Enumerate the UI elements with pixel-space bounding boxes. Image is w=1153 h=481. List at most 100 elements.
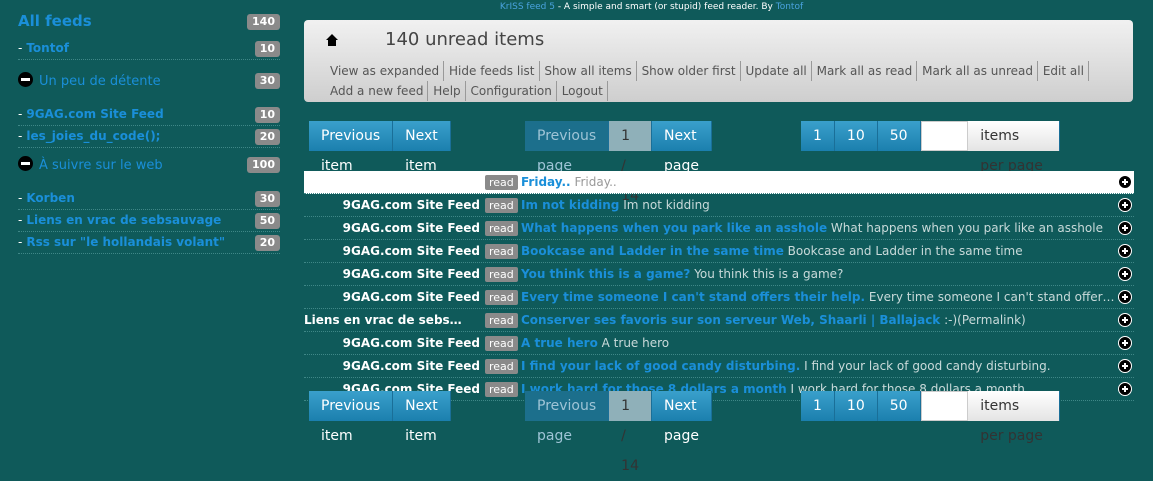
per-page-50-button[interactable]: 50 xyxy=(877,121,921,151)
mark-all-unread-link[interactable]: Mark all as unread xyxy=(921,61,1039,81)
list-item[interactable]: 9GAG.com Site Feed read Bookcase and Lad… xyxy=(304,240,1134,263)
next-page-button[interactable]: Next page xyxy=(651,391,712,444)
item-title-line[interactable]: Im not kidding Im not kidding xyxy=(521,194,1117,216)
expand-icon[interactable] xyxy=(1118,359,1132,373)
feed-item-9gag[interactable]: -9GAG.com Site Feed 10 xyxy=(18,104,280,126)
items-per-page-button[interactable]: items per page xyxy=(968,121,1060,174)
expand-icon[interactable] xyxy=(1118,313,1132,327)
add-feed-link[interactable]: Add a new feed xyxy=(329,81,429,101)
folder-un-peu-de-detente[interactable]: Un peu de détente 30 xyxy=(18,70,280,98)
per-page-1-button[interactable]: 1 xyxy=(801,391,835,421)
show-older-first-link[interactable]: Show older first xyxy=(641,61,741,81)
update-all-link[interactable]: Update all xyxy=(744,61,812,81)
mark-read-button[interactable]: read xyxy=(485,313,518,328)
item-feed[interactable]: 9GAG.com Site Feed xyxy=(304,240,480,262)
edit-all-link[interactable]: Edit all xyxy=(1042,61,1089,81)
author-link[interactable]: Tontof xyxy=(776,2,803,12)
items-per-page-input[interactable] xyxy=(920,121,969,151)
item-title[interactable]: I find your lack of good candy disturbin… xyxy=(521,359,800,373)
previous-item-button[interactable]: Previous item xyxy=(309,391,394,444)
item-feed[interactable]: 9GAG.com Site Feed xyxy=(304,194,480,216)
expand-icon[interactable] xyxy=(1118,175,1132,189)
expand-icon[interactable] xyxy=(1118,267,1132,281)
mark-read-button[interactable]: read xyxy=(485,382,518,397)
mark-read-button[interactable]: read xyxy=(485,290,518,305)
feed-item-tontof[interactable]: - Tontof 10 xyxy=(18,38,280,60)
logout-link[interactable]: Logout xyxy=(561,81,608,101)
list-item[interactable]: Liens en vrac de sebsauvage read Conserv… xyxy=(304,309,1134,332)
item-feed[interactable]: 9GAG.com Site Feed xyxy=(304,263,480,285)
mark-read-button[interactable]: read xyxy=(485,359,518,374)
per-page-10-button[interactable]: 10 xyxy=(834,121,878,151)
item-feed[interactable]: Liens en vrac de sebsauvage xyxy=(304,309,464,331)
list-item[interactable]: 9GAG.com Site Feed read You think this i… xyxy=(304,263,1134,286)
collapse-icon[interactable] xyxy=(18,72,33,87)
item-feed[interactable]: 9GAG.com Site Feed xyxy=(304,217,480,239)
item-title[interactable]: Every time someone I can't stand offers … xyxy=(521,290,865,304)
help-link[interactable]: Help xyxy=(432,81,466,101)
item-title[interactable]: What happens when you park like an assho… xyxy=(521,221,827,235)
previous-item-button[interactable]: Previous item xyxy=(309,121,394,174)
feed-item-les-joies-du-code[interactable]: - les_joies_du_code(); 20 xyxy=(18,126,280,148)
list-item[interactable]: 9GAG.com Site Feed read I find your lack… xyxy=(304,355,1134,378)
next-item-button[interactable]: Next item xyxy=(393,391,451,444)
item-title[interactable]: Im not kidding xyxy=(521,198,619,212)
list-item[interactable]: 9GAG.com Site Feed read Im not kidding I… xyxy=(304,194,1134,217)
next-item-button[interactable]: Next item xyxy=(393,121,451,174)
mark-all-read-link[interactable]: Mark all as read xyxy=(816,61,918,81)
item-feed[interactable]: 9GAG.com Site Feed xyxy=(304,355,480,377)
per-page-10-button[interactable]: 10 xyxy=(834,391,878,421)
per-page-1-button[interactable]: 1 xyxy=(801,121,835,151)
all-feeds-link[interactable]: All feeds 140 xyxy=(18,8,280,38)
item-title-line[interactable]: What happens when you park like an assho… xyxy=(521,217,1117,239)
mark-read-button[interactable]: read xyxy=(485,244,518,259)
next-page-button[interactable]: Next page xyxy=(651,121,712,174)
home-icon[interactable] xyxy=(325,33,339,47)
expand-icon[interactable] xyxy=(1118,290,1132,304)
mark-read-button[interactable]: read xyxy=(485,198,518,213)
item-title-line[interactable]: You think this is a game? You think this… xyxy=(521,263,1117,285)
item-title[interactable]: A true hero xyxy=(521,336,598,350)
list-item[interactable]: 9GAG.com Site Feed read Every time someo… xyxy=(304,286,1134,309)
item-title-line[interactable]: I find your lack of good candy disturbin… xyxy=(521,355,1117,377)
mark-read-button[interactable]: read xyxy=(485,336,518,351)
item-title-line[interactable]: Friday.. Friday.. xyxy=(521,171,1117,193)
collapse-icon[interactable] xyxy=(18,156,33,171)
item-title-line[interactable]: A true hero A true hero xyxy=(521,332,1117,354)
view-expanded-link[interactable]: View as expanded xyxy=(329,61,445,81)
item-feed[interactable]: 9GAG.com Site Feed xyxy=(304,171,480,193)
items-per-page-button[interactable]: items per page xyxy=(968,391,1060,444)
expand-icon[interactable] xyxy=(1118,336,1132,350)
folder-a-suivre-sur-le-web[interactable]: À suivre sur le web 100 xyxy=(18,154,280,182)
item-feed[interactable]: 9GAG.com Site Feed xyxy=(304,286,480,308)
mark-read-button[interactable]: read xyxy=(485,221,518,236)
item-title-line[interactable]: Conserver ses favoris sur son serveur We… xyxy=(521,309,1117,331)
expand-icon[interactable] xyxy=(1118,382,1132,396)
previous-page-button[interactable]: Previous page xyxy=(525,121,610,174)
expand-icon[interactable] xyxy=(1118,198,1132,212)
item-title[interactable]: Bookcase and Ladder in the same time xyxy=(521,244,784,258)
item-title-line[interactable]: Bookcase and Ladder in the same time Boo… xyxy=(521,240,1117,262)
hide-feeds-link[interactable]: Hide feeds list xyxy=(448,61,540,81)
item-title-line[interactable]: Every time someone I can't stand offers … xyxy=(521,286,1117,308)
expand-icon[interactable] xyxy=(1118,244,1132,258)
list-item[interactable]: 9GAG.com Site Feed read A true hero A tr… xyxy=(304,332,1134,355)
feed-item-hollandais-volant[interactable]: - Rss sur "le hollandais volant" 20 xyxy=(18,232,280,254)
items-per-page-input[interactable] xyxy=(920,391,969,421)
feed-item-sebsauvage[interactable]: - Liens en vrac de sebsauvage 50 xyxy=(18,210,280,232)
show-all-items-link[interactable]: Show all items xyxy=(543,61,637,81)
item-title[interactable]: Conserver ses favoris sur son serveur We… xyxy=(521,313,940,327)
feed-item-korben[interactable]: - Korben 30 xyxy=(18,188,280,210)
mark-read-button[interactable]: read xyxy=(485,175,518,190)
previous-page-button[interactable]: Previous page xyxy=(525,391,610,444)
per-page-50-button[interactable]: 50 xyxy=(877,391,921,421)
list-item[interactable]: 9GAG.com Site Feed read Friday.. Friday.… xyxy=(304,171,1134,194)
app-name-link[interactable]: KrISS feed 5 xyxy=(500,2,555,12)
item-title[interactable]: You think this is a game? xyxy=(521,267,690,281)
configuration-link[interactable]: Configuration xyxy=(469,81,557,101)
list-item[interactable]: 9GAG.com Site Feed read What happens whe… xyxy=(304,217,1134,240)
item-title[interactable]: Friday.. xyxy=(521,175,571,189)
expand-icon[interactable] xyxy=(1118,221,1132,235)
mark-read-button[interactable]: read xyxy=(485,267,518,282)
item-feed[interactable]: 9GAG.com Site Feed xyxy=(304,332,480,354)
